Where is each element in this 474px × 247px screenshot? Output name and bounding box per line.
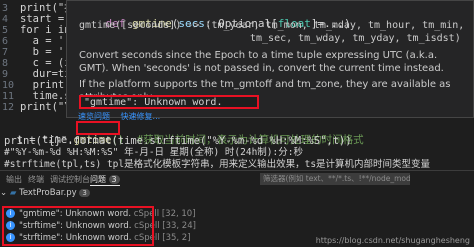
line-number: 3: [2, 3, 9, 14]
panel-tab-bar: 输出 终端 调试控制台 问题 3 筛选器(例如 text、**/*.ts、!**…: [0, 170, 474, 188]
file-name: TextProBar.py: [19, 188, 77, 198]
python-file-icon: ▰: [9, 188, 17, 198]
tab-debug-console[interactable]: 调试控制台: [50, 174, 90, 185]
line-number: 6: [2, 36, 9, 47]
line-number: 4: [2, 14, 9, 25]
line-number: 12: [2, 102, 15, 113]
tab-problems[interactable]: 问题 3: [90, 174, 120, 186]
line-number: 8: [2, 58, 9, 69]
line-number: 11: [2, 91, 15, 102]
watermark: https://blog.csdn.net/shuganghesheng: [315, 236, 470, 245]
code-line-print: print("{}".format(time.strftime("%Y-%m-%…: [4, 135, 352, 147]
gmtime-highlight: [76, 121, 120, 135]
problem-file-row[interactable]: ⌄ ▰ TextProBar.py 3: [0, 188, 90, 200]
file-problem-count: 3: [79, 189, 90, 197]
quick-fix-link[interactable]: 快速修复...: [121, 112, 161, 121]
line-number: 7: [2, 47, 9, 58]
peek-problem-link[interactable]: 速览问题: [78, 112, 110, 121]
doc-paragraph-2: Convert seconds since the Epoch to a tim…: [79, 50, 444, 74]
filter-input[interactable]: 筛选器(例如 text、**/*.ts、!**/node_modules/**): [260, 173, 410, 185]
tab-terminal[interactable]: 终端: [28, 174, 44, 185]
code-line-comment-1: #"%Y-%m-%d %H:%M:%S" 年-月-日 星期(全称) 时(24h制…: [4, 147, 303, 158]
problems-highlight: [2, 206, 154, 246]
docstring: gmtime([seconds]) -> (tm_year, tm_mon, t…: [79, 19, 469, 104]
line-number: 10: [2, 80, 15, 91]
chevron-down-icon: ⌄: [0, 188, 8, 198]
line-number: 5: [2, 25, 9, 36]
diagnostic-highlight: "gmtime": Unknown word.: [79, 95, 259, 109]
tab-output[interactable]: 输出: [6, 174, 22, 185]
hover-tooltip: def gmtime(secs: Optional[float]=...) gm…: [66, 0, 474, 118]
doc-line-1: gmtime([seconds]) -> (tm_year, tm_mon, t…: [79, 20, 465, 31]
doc-line-2: tm_sec, tm_wday, tm_yday, tm_isdst): [250, 33, 461, 44]
diagnostic-message: "gmtime": Unknown word.: [84, 97, 223, 108]
line-number: 9: [2, 69, 9, 80]
